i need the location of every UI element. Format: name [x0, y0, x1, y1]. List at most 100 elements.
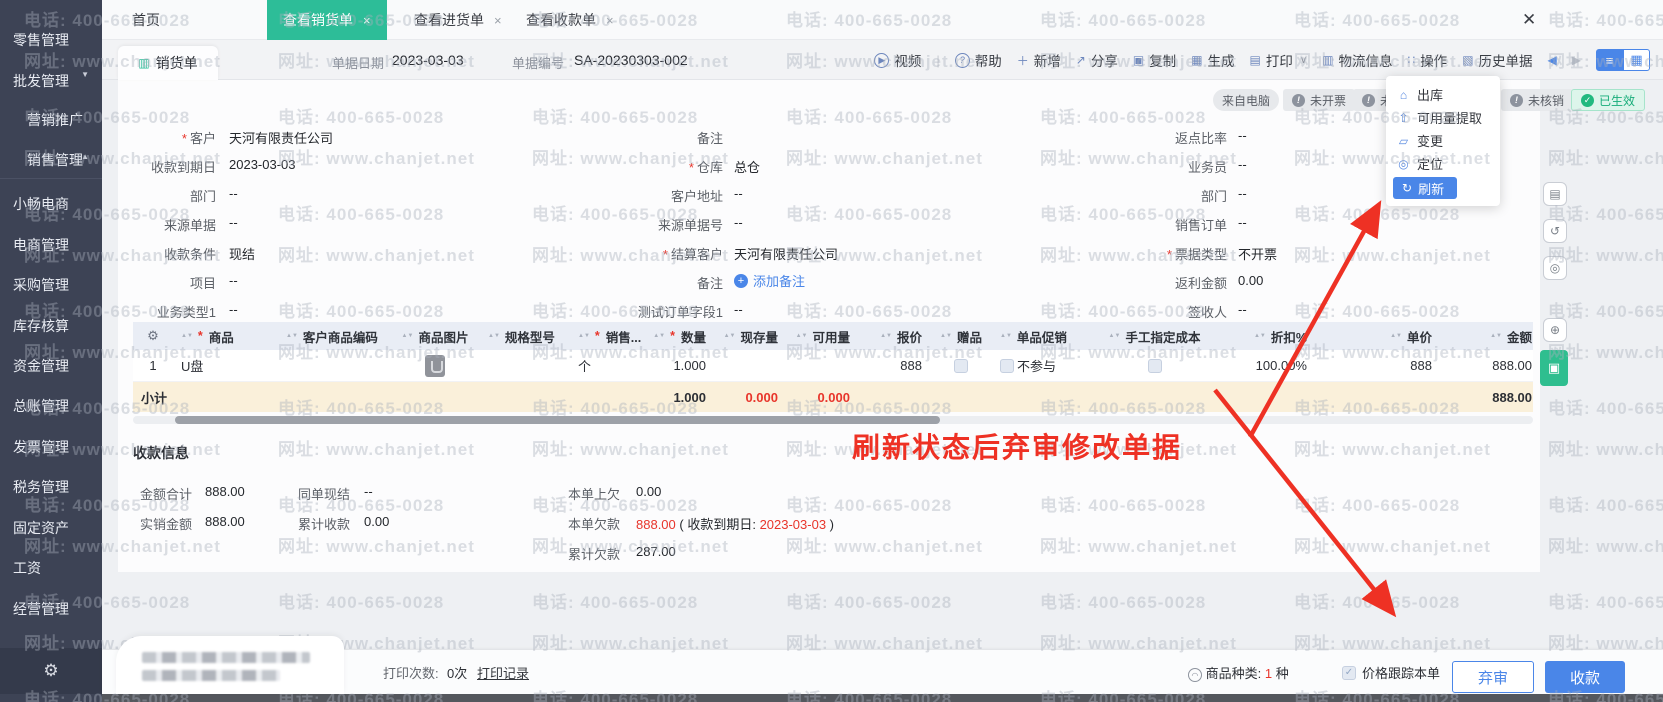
- history-button[interactable]: ▧ 历史单据: [1462, 50, 1532, 70]
- help-button[interactable]: ? 帮助: [954, 50, 1002, 70]
- menu-item-locate[interactable]: ◎ 定位: [1386, 152, 1500, 175]
- sidebar-item-invoice[interactable]: 发票管理: [0, 427, 102, 467]
- print-button[interactable]: ▤ 打印 ∨: [1250, 50, 1308, 70]
- header-product[interactable]: ▲▼ * 商品: [173, 327, 278, 346]
- document-panel-icon[interactable]: ▤: [1543, 182, 1567, 206]
- add-button[interactable]: ＋新增: [1017, 50, 1061, 70]
- tab-home[interactable]: 首页: [110, 0, 182, 40]
- sidebar-item-fixed-assets[interactable]: 固定资产: [0, 508, 102, 548]
- header-spec[interactable]: ▲▼ 规格型号: [480, 327, 570, 346]
- sidebar-footer: ⚙: [0, 648, 102, 694]
- close-icon[interactable]: ×: [363, 13, 371, 28]
- header-promo[interactable]: ▲▼ 单品促销: [992, 327, 1097, 346]
- sidebar-item-tax[interactable]: 税务管理: [0, 467, 102, 507]
- promo-checkbox[interactable]: [1000, 358, 1014, 373]
- close-icon[interactable]: ×: [606, 13, 614, 28]
- attachment-icon[interactable]: ⊕: [1543, 318, 1567, 342]
- header-stock[interactable]: ▲▼ 现存量: [714, 327, 786, 346]
- coupon-icon[interactable]: ◎: [1543, 256, 1567, 280]
- sidebar-item-payroll[interactable]: 工资: [0, 548, 102, 588]
- field-value-sales-order: --: [1238, 215, 1247, 230]
- field-label-test-field1: 测试订单字段1: [637, 305, 723, 320]
- price-track-option: ✓ 价格跟踪本单: [1342, 663, 1440, 682]
- field-label-remark1: 备注: [696, 131, 723, 146]
- table-row[interactable]: 1 U盘 个 1.000 888 不参与 100.00% 888 888.00: [133, 350, 1533, 382]
- effective-badge: ✓ 已生效: [1571, 89, 1646, 111]
- receive-payment-button[interactable]: 收款: [1545, 661, 1625, 693]
- tab-view-sales-order[interactable]: 查看销货单 ×: [267, 0, 387, 40]
- manual-cost-checkbox[interactable]: [1147, 358, 1162, 373]
- payment-section-title: 收款信息: [133, 445, 189, 461]
- sidebar-item-purchase-mgmt[interactable]: 采购管理: [0, 265, 102, 305]
- doc-tab-sales-order[interactable]: ▥ 销货单: [118, 46, 218, 80]
- column-settings-gear-icon[interactable]: ⚙: [133, 328, 173, 344]
- header-qty[interactable]: ▲▼ * 数量: [642, 327, 714, 346]
- history-circle-icon[interactable]: ↺: [1543, 219, 1567, 243]
- copy-button[interactable]: ▣ 复制: [1133, 50, 1176, 70]
- price-track-checkbox[interactable]: ✓: [1342, 665, 1356, 680]
- plus-icon: ＋: [1016, 53, 1029, 68]
- sidebar-item-funds[interactable]: 资金管理: [0, 346, 102, 386]
- close-icon[interactable]: ×: [494, 13, 502, 28]
- header-manual-cost[interactable]: ▲▼ 手工指定成本: [1097, 327, 1212, 346]
- next-doc-arrow[interactable]: ▶: [1572, 53, 1581, 67]
- menu-item-outbound[interactable]: ⌂ 出库: [1386, 83, 1500, 106]
- sidebar-divider: [0, 178, 102, 179]
- product-image-thumbnail[interactable]: [425, 354, 445, 377]
- header-sales-unit[interactable]: ▲▼ * 销售...: [570, 327, 642, 346]
- header-gift[interactable]: ▲▼ 赠品: [930, 327, 992, 346]
- table-horizontal-scrollbar[interactable]: [133, 416, 1533, 424]
- sidebar-item-marketing[interactable]: 营销推广: [0, 100, 102, 140]
- generate-button[interactable]: ▦ 生成: [1191, 50, 1234, 70]
- window-close-icon[interactable]: ✕: [1522, 10, 1536, 30]
- tab-view-receipt[interactable]: 查看收款单 ×: [510, 0, 630, 40]
- menu-item-refresh[interactable]: ↻ 刷新: [1393, 177, 1457, 199]
- add-remark-link[interactable]: + 添加备注: [734, 271, 805, 290]
- quick-chat-icon[interactable]: ▣: [1540, 350, 1568, 386]
- sidebar-item-sales-mgmt[interactable]: 销售管理: [0, 140, 102, 180]
- header-available[interactable]: ▲▼ 可用量: [786, 327, 858, 346]
- header-customer-code[interactable]: ▲▼ 客户商品编码: [278, 327, 390, 346]
- sidebar-item-operations[interactable]: 经营管理: [0, 589, 102, 629]
- header-amount[interactable]: ▲▼ 金额: [1440, 327, 1533, 346]
- sidebar-item-xiaochang-ecom[interactable]: 小畅电商: [0, 184, 102, 224]
- sidebar-item-ledger[interactable]: 总账管理: [0, 386, 102, 426]
- warehouse-out-icon: ⌂: [1399, 87, 1408, 102]
- gift-checkbox[interactable]: [954, 358, 968, 373]
- sidebar-item-inventory[interactable]: 库存核算: [0, 306, 102, 346]
- field-value-department2: --: [1238, 186, 1247, 201]
- cell-promo: 不参与: [992, 356, 1097, 375]
- uninvoiced-badge: ! 未开票: [1283, 89, 1356, 111]
- watermark-text: 电话: 400-665-0028网址: www.chanjet.net: [1294, 593, 1491, 653]
- sidebar-group-wholesale[interactable]: 批发管理 ▲: [0, 61, 102, 161]
- menu-item-change[interactable]: ▱ 变更: [1386, 129, 1500, 152]
- header-product-image[interactable]: ▲▼ 商品图片: [390, 327, 480, 346]
- print-log-link[interactable]: 打印记录: [477, 663, 529, 682]
- payment-owed-label: 本单欠款: [568, 517, 621, 532]
- header-discount[interactable]: ▲▼ 折扣%: [1212, 327, 1315, 346]
- header-quote[interactable]: ▲▼ 报价: [858, 327, 930, 346]
- watermark-text: 电话: 400-665-0028网址: www.chanjet.net: [1548, 496, 1663, 556]
- tab-view-purchase-order[interactable]: 查看进货单 ×: [398, 0, 518, 40]
- operate-button[interactable]: ∷ 操作: [1408, 50, 1448, 70]
- extract-up-icon: ⇧: [1398, 110, 1409, 125]
- card-view-toggle[interactable]: ▦: [1623, 49, 1650, 71]
- subtotal-row: 小计 1.000 0.000 0.000 888.00: [133, 382, 1533, 412]
- field-value-test-field1: --: [734, 302, 743, 317]
- refresh-icon: ↻: [1402, 181, 1413, 195]
- header-price[interactable]: ▲▼ 单价: [1315, 327, 1440, 346]
- table-header-row: ⚙ ▲▼ * 商品 ▲▼ 客户商品编码 ▲▼ 商品图片 ▲▼ 规格型号 ▲▼ * 销售... …: [133, 322, 1533, 350]
- prev-doc-arrow[interactable]: ◀: [1548, 53, 1557, 67]
- field-value-invoice-type: 不开票: [1238, 247, 1278, 262]
- share-button[interactable]: ↗ 分享: [1076, 50, 1118, 70]
- scrollbar-thumb[interactable]: [175, 416, 940, 424]
- list-view-toggle[interactable]: ≡: [1596, 49, 1623, 71]
- sidebar-group-retail[interactable]: 零售管理 ▼: [0, 20, 102, 79]
- logistics-button[interactable]: ▥ 物流信息: [1322, 50, 1392, 70]
- menu-item-available-extract[interactable]: ⇧ 可用量提取: [1386, 106, 1500, 129]
- field-value-warehouse: 总仓: [734, 160, 761, 175]
- gear-icon[interactable]: ⚙: [43, 661, 58, 681]
- sidebar-item-ecom-mgmt[interactable]: 电商管理: [0, 225, 102, 265]
- video-button[interactable]: ▶ 视频: [874, 50, 921, 70]
- abandon-approval-button[interactable]: 弃审: [1452, 661, 1534, 693]
